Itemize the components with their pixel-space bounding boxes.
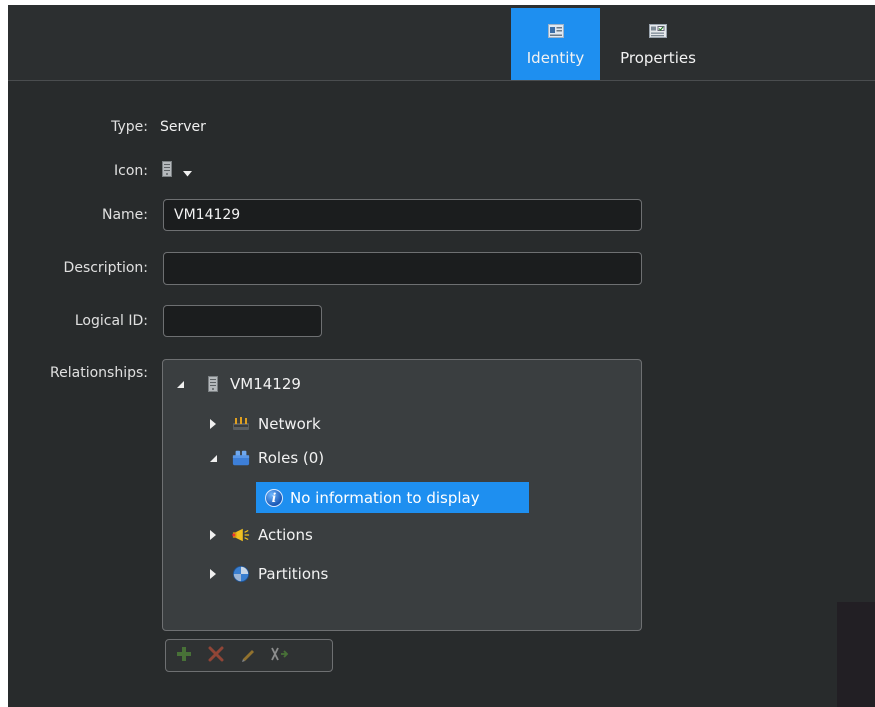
name-field[interactable]: [163, 199, 642, 231]
description-field[interactable]: [163, 252, 642, 285]
expand-arrow-icon[interactable]: [206, 567, 220, 581]
tree-node-roles[interactable]: Roles (0): [206, 446, 324, 470]
tree-node-root[interactable]: VM14129: [173, 372, 301, 396]
edit-button[interactable]: [236, 645, 260, 667]
actions-icon: [232, 526, 250, 544]
edit-icon: [240, 646, 256, 666]
tab-identity-label: Identity: [526, 49, 585, 67]
tab-identity[interactable]: Identity: [511, 8, 600, 80]
collapse-arrow-icon[interactable]: [173, 377, 187, 391]
collapse-arrow-icon[interactable]: [206, 451, 220, 465]
tree-node-label: VM14129: [230, 375, 301, 393]
logical-id-field[interactable]: [163, 305, 322, 337]
chevron-down-icon: [183, 162, 192, 181]
tab-properties-label: Properties: [620, 49, 696, 67]
delete-button[interactable]: [204, 645, 228, 667]
tree-node-network[interactable]: Network: [206, 412, 321, 436]
add-icon: [176, 646, 192, 666]
icon-selector[interactable]: [162, 160, 212, 182]
tree-node-label: Partitions: [258, 565, 329, 583]
tree-node-actions[interactable]: Actions: [206, 523, 313, 547]
tree-node-label: Roles (0): [258, 449, 325, 467]
logical-id-label: Logical ID:: [74, 313, 148, 329]
relationship-toolbar: [165, 639, 333, 672]
properties-list-icon: [649, 22, 667, 40]
info-icon: i: [265, 488, 283, 507]
tree-node-partitions[interactable]: Partitions: [206, 562, 328, 586]
corner-shade: [837, 602, 875, 707]
expand-arrow-icon[interactable]: [206, 417, 220, 431]
no-information-label: No information to display: [290, 488, 480, 507]
no-information-row[interactable]: i No information to display: [256, 482, 529, 513]
type-label: Type:: [111, 119, 148, 135]
server-icon: [162, 161, 172, 181]
add-button[interactable]: [172, 645, 196, 667]
identity-card-icon: [547, 22, 564, 40]
expand-arrow-icon[interactable]: [206, 528, 220, 542]
remove-link-icon: [270, 646, 290, 666]
partitions-icon: [232, 565, 250, 583]
relationships-tree: VM14129 Network Roles (0) i No informati…: [162, 359, 642, 631]
remove-link-button[interactable]: [268, 645, 292, 667]
tab-bar: Identity Properties: [8, 5, 875, 81]
roles-icon: [232, 449, 250, 467]
tree-node-label: Actions: [258, 526, 313, 544]
tab-properties[interactable]: Properties: [613, 8, 703, 80]
type-value: Server: [160, 119, 206, 135]
config-window: Identity Properties Type: Server Icon: N…: [8, 5, 875, 707]
icon-label: Icon:: [114, 163, 148, 179]
name-label: Name:: [101, 207, 148, 223]
network-icon: [232, 415, 250, 433]
relationships-label: Relationships:: [50, 365, 148, 381]
delete-icon: [208, 646, 224, 666]
server-icon: [204, 375, 222, 393]
description-label: Description:: [63, 260, 148, 276]
tree-node-label: Network: [258, 415, 321, 433]
